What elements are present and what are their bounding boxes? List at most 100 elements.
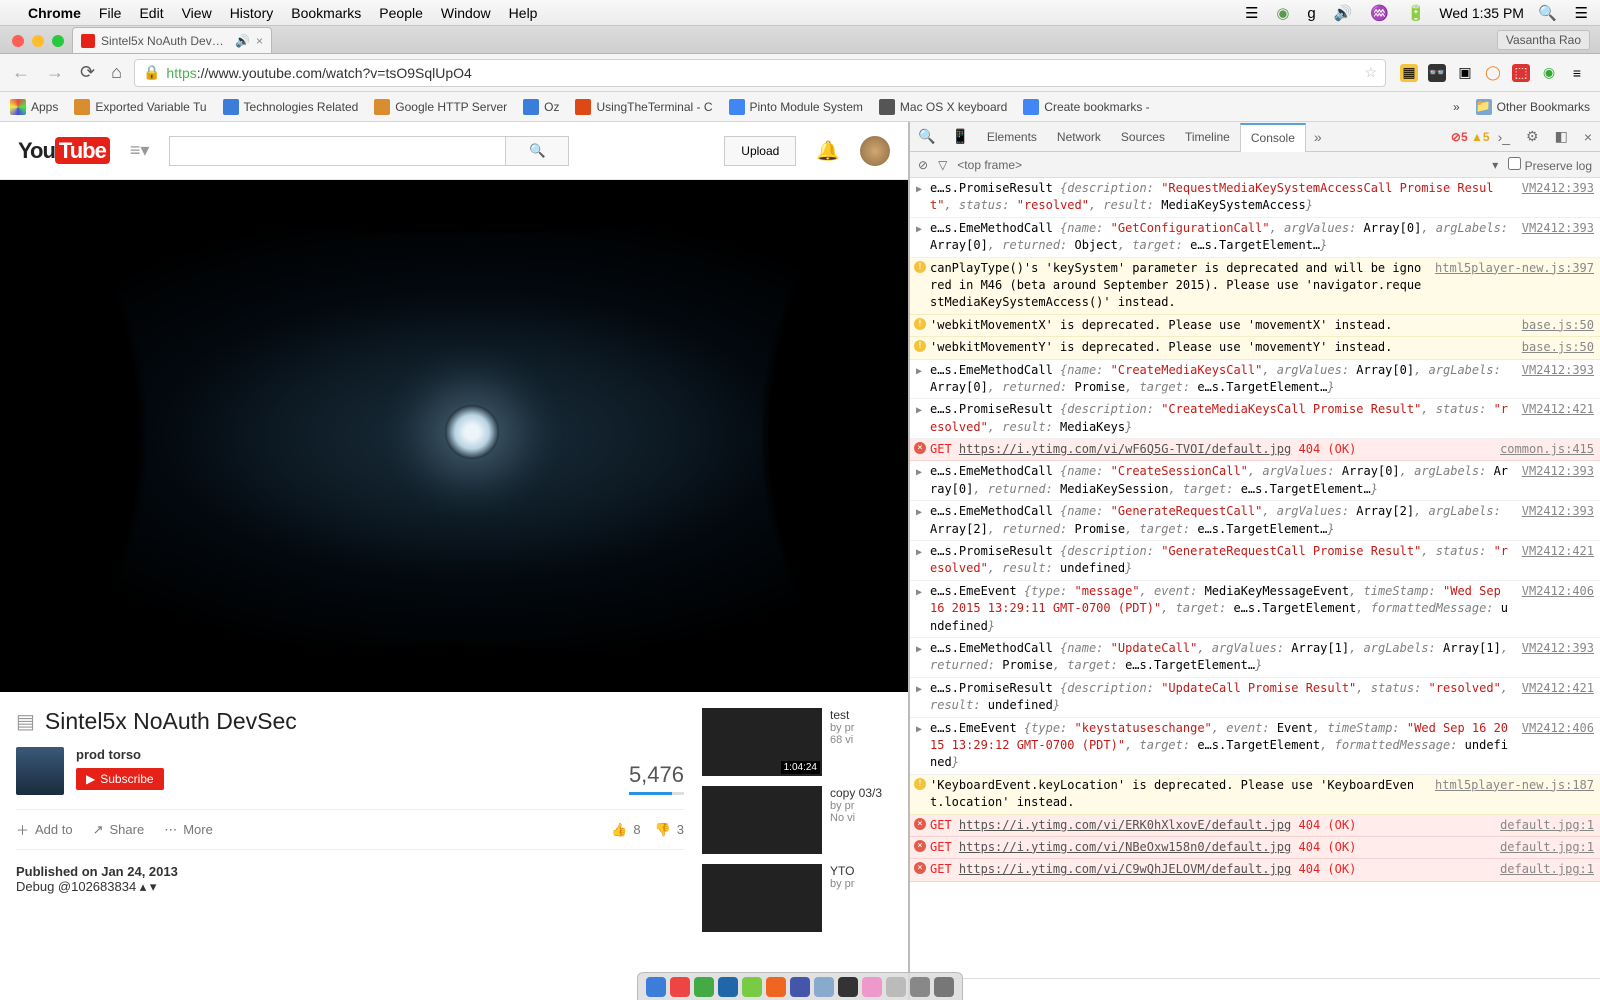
bookmark-item[interactable]: Exported Variable Tu	[74, 99, 206, 115]
related-video[interactable]: YTOby pr	[702, 864, 892, 932]
lock-icon[interactable]: 🔒	[143, 64, 160, 81]
bookmark-item[interactable]: Mac OS X keyboard	[879, 99, 1007, 115]
share-button[interactable]: ↗Share	[93, 822, 145, 838]
console-entry[interactable]: ▶e…s.PromiseResult {description: "Create…	[910, 399, 1600, 439]
devtools-close-icon[interactable]: ×	[1576, 129, 1600, 145]
more-button[interactable]: ⋯More	[164, 822, 213, 838]
source-link[interactable]: default.jpg:1	[1490, 861, 1594, 878]
source-link[interactable]: VM2412:393	[1512, 220, 1594, 255]
reload-button[interactable]: ⟳	[76, 60, 99, 85]
upload-button[interactable]: Upload	[724, 136, 796, 166]
guide-icon[interactable]: ≡▾	[130, 140, 150, 161]
source-link[interactable]: html5player-new.js:187	[1425, 777, 1594, 812]
search-button[interactable]: 🔍	[505, 136, 569, 166]
menu-edit[interactable]: Edit	[139, 5, 163, 21]
traffic-minimize[interactable]	[32, 35, 44, 47]
playlist-icon[interactable]: ▤	[16, 709, 35, 734]
menu-history[interactable]: History	[230, 5, 274, 21]
source-link[interactable]: base.js:50	[1512, 317, 1594, 334]
ext-icon-1[interactable]: ▦	[1400, 64, 1418, 82]
notifications-icon[interactable]: 🔔	[816, 139, 840, 163]
warning-count[interactable]: ▲5	[1471, 130, 1490, 144]
menubar-clock[interactable]: Wed 1:35 PM	[1439, 5, 1524, 21]
console-entry[interactable]: ▶e…s.PromiseResult {description: "Update…	[910, 678, 1600, 718]
console-entry[interactable]: ▶e…s.EmeMethodCall {name: "GenerateReque…	[910, 501, 1600, 541]
spotlight-icon[interactable]: 🔍	[1538, 5, 1557, 22]
apps-shortcut[interactable]: Apps	[10, 99, 58, 115]
address-bar[interactable]: 🔒 https://www.youtube.com/watch?v=tsO9Sq…	[134, 59, 1386, 87]
clear-console-icon[interactable]: ⊘	[918, 158, 928, 172]
user-avatar[interactable]	[860, 136, 890, 166]
console-entry[interactable]: !'webkitMovementX' is deprecated. Please…	[910, 315, 1600, 337]
bookmark-item[interactable]: Google HTTP Server	[374, 99, 507, 115]
mac-dock[interactable]	[637, 972, 963, 1000]
console-entry[interactable]: ▶e…s.PromiseResult {description: "Reques…	[910, 178, 1600, 218]
dock-icon[interactable]: ◧	[1547, 128, 1576, 145]
debug-line[interactable]: Debug @102683834 ▴ ▾	[16, 879, 684, 895]
bookmark-item[interactable]: Technologies Related	[223, 99, 359, 115]
search-input[interactable]	[169, 136, 505, 166]
console-entry[interactable]: !'KeyboardEvent.keyLocation' is deprecat…	[910, 775, 1600, 815]
console-entry[interactable]: ▶e…s.EmeEvent {type: "keystatuseschange"…	[910, 718, 1600, 775]
preserve-log-checkbox[interactable]: Preserve log	[1508, 157, 1592, 173]
source-link[interactable]: default.jpg:1	[1490, 839, 1594, 856]
back-button[interactable]: ←	[8, 60, 34, 85]
drawer-icon[interactable]: ›_	[1490, 129, 1518, 145]
console-entry[interactable]: ×GET https://i.ytimg.com/vi/C9wQhJELOVM/…	[910, 859, 1600, 881]
menu-people[interactable]: People	[379, 5, 423, 21]
menu-app[interactable]: Chrome	[28, 5, 81, 21]
tab-audio-icon[interactable]: 🔊	[235, 34, 250, 48]
devtools-tab-timeline[interactable]: Timeline	[1175, 122, 1240, 151]
devtools-tab-sources[interactable]: Sources	[1111, 122, 1175, 151]
source-link[interactable]: VM2412:421	[1512, 401, 1594, 436]
menu-view[interactable]: View	[182, 5, 212, 21]
addto-button[interactable]: ＋Add to	[16, 820, 73, 839]
console-prompt[interactable]: ›	[910, 978, 1600, 1000]
source-link[interactable]: VM2412:406	[1512, 720, 1594, 772]
bookmark-item[interactable]: Oz	[523, 99, 559, 115]
error-count[interactable]: ⊘5	[1451, 130, 1468, 144]
console-entry[interactable]: ▶e…s.EmeMethodCall {name: "CreateSession…	[910, 461, 1600, 501]
source-link[interactable]: VM2412:421	[1512, 680, 1594, 715]
youtube-logo[interactable]: YouTube	[18, 138, 110, 164]
source-link[interactable]: VM2412:406	[1512, 583, 1594, 635]
console-entry[interactable]: ▶e…s.EmeMethodCall {name: "UpdateCall", …	[910, 638, 1600, 678]
source-link[interactable]: base.js:50	[1512, 339, 1594, 356]
filter-icon[interactable]: ▽	[938, 158, 947, 172]
bookmark-item[interactable]: Pinto Module System	[729, 99, 863, 115]
console-entry[interactable]: ×GET https://i.ytimg.com/vi/wF6Q5G-TVOI/…	[910, 439, 1600, 461]
device-icon[interactable]: 📱	[943, 128, 976, 145]
sync-icon[interactable]: ◉	[1276, 5, 1289, 22]
ext-icon-2[interactable]: 👓	[1428, 64, 1446, 82]
console-entry[interactable]: ▶e…s.EmeMethodCall {name: "CreateMediaKe…	[910, 360, 1600, 400]
devtools-tab-network[interactable]: Network	[1047, 122, 1111, 151]
frame-selector[interactable]: <top frame>	[957, 158, 1022, 172]
console-entry[interactable]: ×GET https://i.ytimg.com/vi/NBeOxw158n0/…	[910, 837, 1600, 859]
tabs-overflow[interactable]: »	[1306, 129, 1330, 145]
console-entry[interactable]: ▶e…s.EmeMethodCall {name: "GetConfigurat…	[910, 218, 1600, 258]
related-video[interactable]: 1:04:24 testby pr68 vi	[702, 708, 892, 776]
channel-avatar[interactable]	[16, 747, 64, 795]
source-link[interactable]: VM2412:393	[1512, 180, 1594, 215]
volume-icon[interactable]: 🔊	[1334, 5, 1353, 22]
source-link[interactable]: common.js:415	[1490, 441, 1594, 458]
traffic-close[interactable]	[12, 35, 24, 47]
source-link[interactable]: VM2412:393	[1512, 503, 1594, 538]
bookmarks-overflow[interactable]: »	[1453, 100, 1460, 114]
wifi-icon[interactable]: ♒	[1370, 5, 1389, 22]
settings-icon[interactable]: ⚙	[1518, 128, 1547, 145]
source-link[interactable]: VM2412:393	[1512, 463, 1594, 498]
console-entry[interactable]: ×GET https://i.ytimg.com/vi/ERK0hXlxovE/…	[910, 815, 1600, 837]
menu-bookmarks[interactable]: Bookmarks	[291, 5, 361, 21]
dislike-button[interactable]: 👎 3	[655, 822, 684, 838]
bookmark-star-icon[interactable]: ☆	[1364, 64, 1377, 81]
source-link[interactable]: html5player-new.js:397	[1425, 260, 1594, 312]
ext-icon-4[interactable]: ⬚	[1512, 64, 1530, 82]
console-entry[interactable]: ▶e…s.EmeEvent {type: "message", event: M…	[910, 581, 1600, 638]
source-link[interactable]: default.jpg:1	[1490, 817, 1594, 834]
ext-icon-3[interactable]: ◯	[1484, 64, 1502, 82]
devtools-tab-console[interactable]: Console	[1240, 123, 1306, 152]
chrome-menu-icon[interactable]: ≡	[1568, 64, 1586, 82]
ext-icon-5[interactable]: ◉	[1540, 64, 1558, 82]
video-player[interactable]	[0, 180, 908, 692]
